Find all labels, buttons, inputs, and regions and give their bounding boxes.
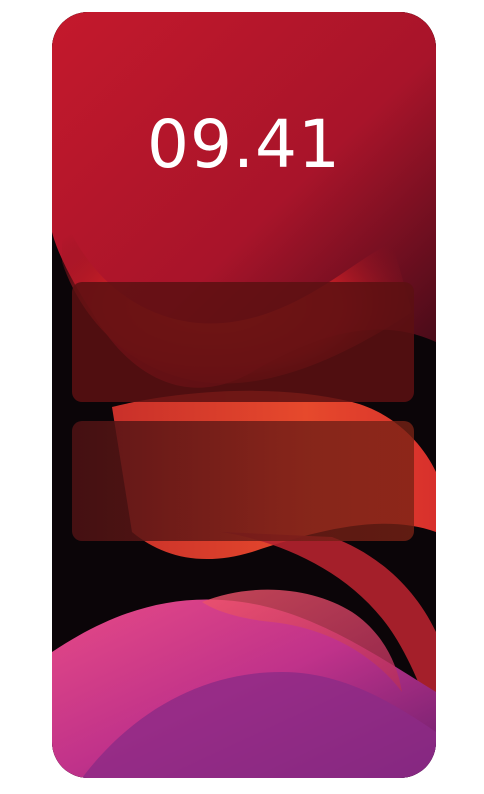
notification-card-1[interactable] (72, 282, 414, 402)
phone-screen: 09.41 (52, 12, 436, 778)
notification-card-2[interactable] (72, 421, 414, 541)
lock-screen-clock: 09.41 (147, 106, 341, 183)
